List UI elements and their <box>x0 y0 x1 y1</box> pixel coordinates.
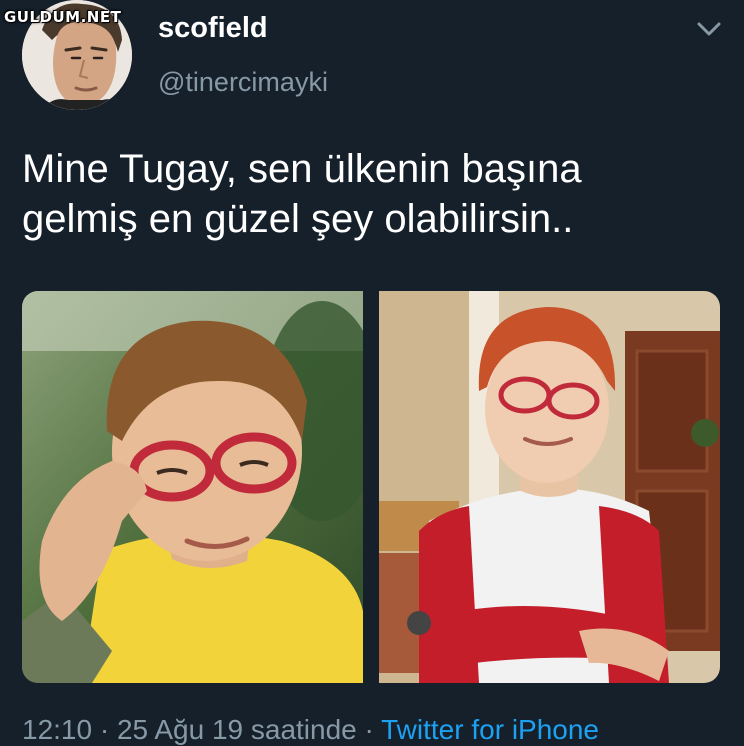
tweet-client-link[interactable]: Twitter for iPhone <box>381 714 599 745</box>
photo-right-image <box>379 291 720 683</box>
tweet-text-line: Mine Tugay, sen ülkenin başına <box>22 147 582 191</box>
tweet-time[interactable]: 12:10 <box>22 714 92 745</box>
photo-left-image <box>22 291 363 683</box>
tweet-photo-right[interactable] <box>379 291 720 683</box>
chevron-down-icon <box>697 22 721 36</box>
display-name[interactable]: scofield <box>158 12 268 45</box>
site-watermark: GULDUM.NET <box>4 8 122 26</box>
user-handle[interactable]: @tinercimayki <box>158 67 328 98</box>
tweet-meta: 12:10 · 25 Ağu 19 saatinde · Twitter for… <box>22 714 742 746</box>
meta-separator: · <box>364 714 374 745</box>
more-options-button[interactable] <box>693 16 725 44</box>
meta-separator: · <box>99 714 110 745</box>
tweet-photo-left[interactable] <box>22 291 363 683</box>
tweet-text-line: gelmiş en güzel şey olabilirsin.. <box>22 197 574 241</box>
tweet-date[interactable]: 25 Ağu 19 saatinde <box>117 714 357 745</box>
tweet-text: Mine Tugay, sen ülkenin başına gelmiş en… <box>22 144 722 244</box>
